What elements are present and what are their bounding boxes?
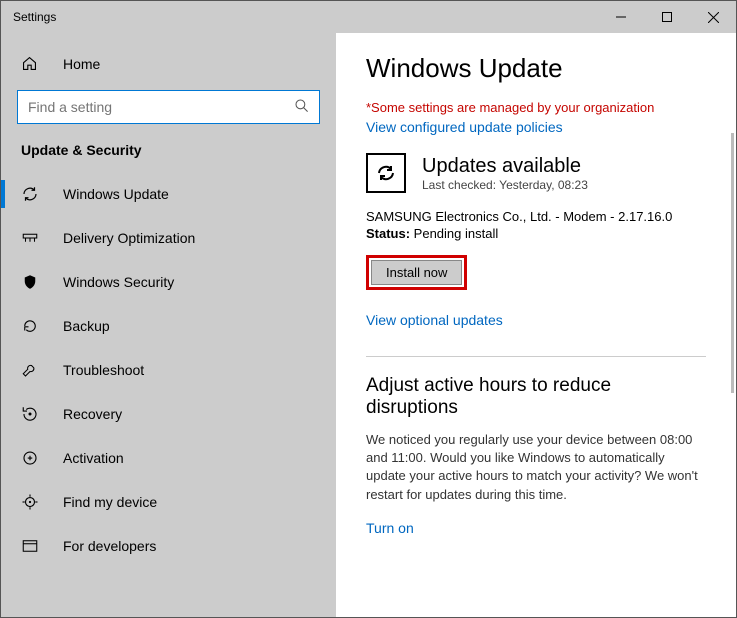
sidebar-item-label: Windows Security	[63, 274, 174, 290]
maximize-icon	[662, 12, 672, 22]
sidebar-item-label: Recovery	[63, 406, 122, 422]
optional-updates-link[interactable]: View optional updates	[366, 312, 706, 328]
key-icon	[21, 449, 41, 467]
turn-on-link[interactable]: Turn on	[366, 520, 706, 536]
update-item-name: SAMSUNG Electronics Co., Ltd. - Modem - …	[366, 209, 706, 224]
minimize-button[interactable]	[598, 1, 644, 33]
sidebar-item-windows-security[interactable]: Windows Security	[1, 260, 336, 304]
install-button-highlight: Install now	[366, 255, 467, 290]
sidebar-item-label: For developers	[63, 538, 156, 554]
sync-icon	[21, 185, 41, 203]
sidebar: Home Update & Security Windows Update De…	[1, 33, 336, 617]
search-wrap	[17, 90, 320, 124]
content-pane: Windows Update *Some settings are manage…	[336, 33, 736, 617]
wrench-icon	[21, 361, 41, 379]
backup-icon	[21, 317, 41, 335]
sidebar-item-backup[interactable]: Backup	[1, 304, 336, 348]
sidebar-item-for-developers[interactable]: For developers	[1, 524, 336, 568]
sidebar-item-recovery[interactable]: Recovery	[1, 392, 336, 436]
sidebar-item-label: Activation	[63, 450, 124, 466]
sidebar-item-label: Delivery Optimization	[63, 230, 195, 246]
scrollbar[interactable]	[731, 133, 734, 393]
home-icon	[21, 55, 41, 72]
minimize-icon	[616, 12, 626, 22]
sidebar-item-activation[interactable]: Activation	[1, 436, 336, 480]
sidebar-item-troubleshoot[interactable]: Troubleshoot	[1, 348, 336, 392]
sidebar-item-delivery-optimization[interactable]: Delivery Optimization	[1, 216, 336, 260]
titlebar: Settings	[1, 1, 736, 33]
window-title: Settings	[1, 10, 598, 24]
active-hours-body: We noticed you regularly use your device…	[366, 431, 706, 504]
home-nav[interactable]: Home	[1, 45, 336, 82]
update-sync-icon	[366, 153, 406, 193]
updates-available-title: Updates available	[422, 155, 588, 178]
active-hours-heading: Adjust active hours to reduce disruption…	[366, 375, 706, 419]
sidebar-group-title: Update & Security	[1, 142, 336, 172]
sidebar-item-label: Backup	[63, 318, 110, 334]
search-input[interactable]	[17, 90, 320, 124]
status-value: Pending install	[410, 226, 498, 241]
close-button[interactable]	[690, 1, 736, 33]
search-icon	[294, 98, 310, 114]
location-icon	[21, 493, 41, 511]
update-item-status: Status: Pending install	[366, 226, 706, 241]
policies-link[interactable]: View configured update policies	[366, 119, 706, 135]
last-checked-text: Last checked: Yesterday, 08:23	[422, 178, 588, 192]
code-icon	[21, 537, 41, 555]
update-status-row: Updates available Last checked: Yesterda…	[366, 153, 706, 193]
close-icon	[708, 12, 719, 23]
sidebar-item-find-my-device[interactable]: Find my device	[1, 480, 336, 524]
sidebar-item-label: Find my device	[63, 494, 157, 510]
delivery-icon	[21, 229, 41, 247]
page-title: Windows Update	[366, 53, 706, 84]
sidebar-item-windows-update[interactable]: Windows Update	[1, 172, 336, 216]
recovery-icon	[21, 405, 41, 423]
divider	[366, 356, 706, 357]
sidebar-item-label: Troubleshoot	[63, 362, 144, 378]
shield-icon	[21, 273, 41, 291]
sidebar-item-label: Windows Update	[63, 186, 169, 202]
install-now-button[interactable]: Install now	[371, 260, 462, 285]
maximize-button[interactable]	[644, 1, 690, 33]
home-label: Home	[63, 56, 100, 72]
status-label: Status:	[366, 226, 410, 241]
managed-warning: *Some settings are managed by your organ…	[366, 100, 706, 115]
